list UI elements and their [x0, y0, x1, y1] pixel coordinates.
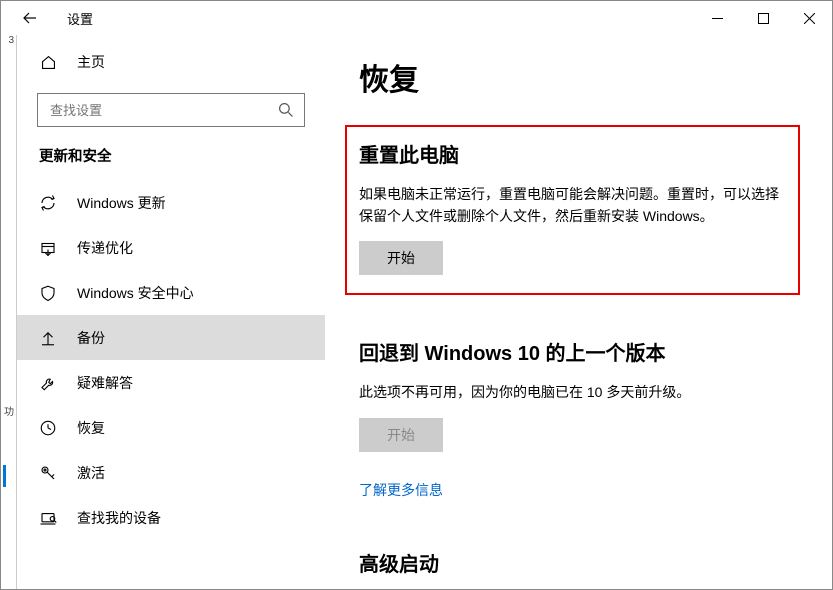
sidebar-item-refresh[interactable]: Windows 更新	[17, 180, 325, 225]
reset-section-title: 重置此电脑	[359, 139, 786, 168]
activation-icon	[39, 464, 57, 482]
findmydevice-icon	[39, 509, 57, 527]
shield-icon	[39, 284, 57, 302]
advanced-section-title: 高级启动	[359, 548, 798, 577]
sidebar-item-label: 激活	[77, 463, 105, 483]
parent-window-edge: 3 功	[1, 35, 17, 589]
reset-section-desc: 如果电脑未正常运行，重置电脑可能会解决问题。重置时，可以选择保留个人文件或删除个…	[359, 184, 786, 227]
edge-mark-2: 功	[4, 403, 14, 418]
sidebar-item-label: 传递优化	[77, 238, 133, 258]
main-content: 恢复 重置此电脑 如果电脑未正常运行，重置电脑可能会解决问题。重置时，可以选择保…	[325, 35, 832, 589]
rollback-start-button: 开始	[359, 418, 443, 452]
home-nav[interactable]: 主页	[17, 41, 325, 83]
sidebar-item-label: Windows 安全中心	[77, 283, 194, 303]
minimize-button[interactable]	[694, 1, 740, 35]
rollback-section-desc: 此选项不再可用，因为你的电脑已在 10 多天前升级。	[359, 382, 798, 404]
sidebar-item-delivery[interactable]: 传递优化	[17, 225, 325, 270]
edge-accent	[3, 465, 6, 487]
sidebar-item-troubleshoot[interactable]: 疑难解答	[17, 360, 325, 405]
sidebar-item-findmydevice[interactable]: 查找我的设备	[17, 495, 325, 540]
sidebar: 主页 更新和安全 Windows 更新传递优化 Windows 安全中心备份疑难解…	[17, 35, 325, 589]
reset-start-button[interactable]: 开始	[359, 241, 443, 275]
sidebar-item-label: 恢复	[77, 418, 105, 438]
close-icon	[804, 13, 815, 24]
title-bar: 设置	[1, 1, 832, 35]
search-box[interactable]	[37, 93, 305, 127]
close-button[interactable]	[786, 1, 832, 35]
sidebar-item-shield[interactable]: Windows 安全中心	[17, 270, 325, 315]
page-heading: 恢复	[359, 55, 798, 99]
home-label: 主页	[77, 52, 105, 72]
highlight-box: 重置此电脑 如果电脑未正常运行，重置电脑可能会解决问题。重置时，可以选择保留个人…	[345, 125, 800, 295]
sidebar-item-label: 疑难解答	[77, 373, 133, 393]
back-arrow-icon	[22, 10, 38, 26]
search-icon	[278, 102, 294, 118]
sidebar-item-label: 备份	[77, 328, 105, 348]
refresh-icon	[39, 194, 57, 212]
rollback-section-title: 回退到 Windows 10 的上一个版本	[359, 337, 798, 366]
recovery-icon	[39, 419, 57, 437]
sidebar-item-label: 查找我的设备	[77, 508, 161, 528]
edge-mark-1: 3	[8, 35, 14, 46]
backup-icon	[39, 329, 57, 347]
sidebar-item-recovery[interactable]: 恢复	[17, 405, 325, 450]
home-icon	[39, 53, 57, 71]
window-title: 设置	[67, 9, 93, 28]
learn-more-link[interactable]: 了解更多信息	[359, 480, 798, 500]
maximize-button[interactable]	[740, 1, 786, 35]
search-input[interactable]	[48, 102, 278, 119]
sidebar-item-label: Windows 更新	[77, 193, 166, 213]
sidebar-item-backup[interactable]: 备份	[17, 315, 325, 360]
troubleshoot-icon	[39, 374, 57, 392]
back-button[interactable]	[21, 9, 39, 27]
sidebar-section-title: 更新和安全	[17, 145, 325, 166]
minimize-icon	[712, 13, 723, 24]
maximize-icon	[758, 13, 769, 24]
sidebar-item-activation[interactable]: 激活	[17, 450, 325, 495]
delivery-icon	[39, 239, 57, 257]
